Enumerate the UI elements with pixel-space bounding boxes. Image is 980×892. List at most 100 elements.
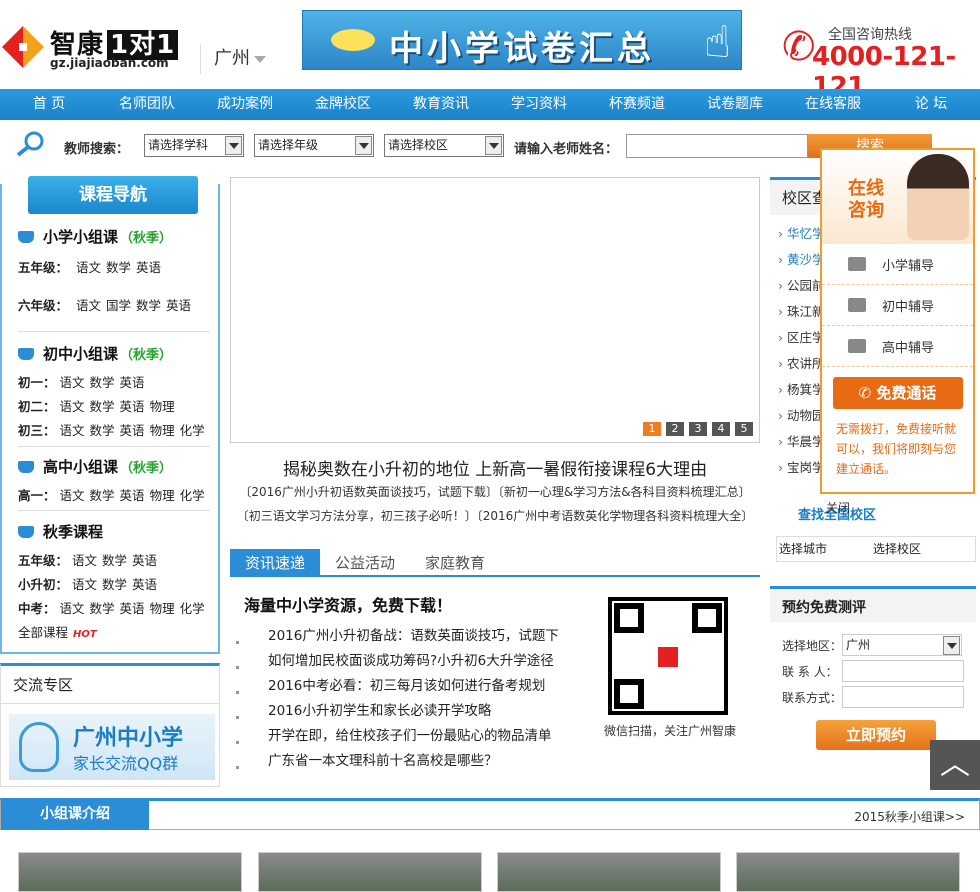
senior-tutoring-link[interactable]: 高中辅导: [822, 326, 973, 367]
submit-appointment-button[interactable]: 立即预约: [816, 720, 936, 750]
subject-link[interactable]: 语文: [60, 423, 85, 438]
small-class-more-link[interactable]: 2015秋季小组课>>: [854, 808, 965, 825]
senior-title[interactable]: 高中小组课: [43, 456, 118, 477]
class-photo[interactable]: [258, 852, 482, 892]
subject-link[interactable]: 英语: [120, 375, 145, 390]
subject-link[interactable]: 数学: [106, 260, 131, 275]
nav-home[interactable]: 首 页: [0, 89, 98, 120]
call-description: 无需拨打，免费接听就可以，我们将即刻与您建立通话。: [836, 422, 957, 476]
consult-title-1: 在线: [848, 178, 884, 199]
nav-campus[interactable]: 金牌校区: [294, 89, 392, 120]
slider-page[interactable]: 5: [735, 422, 753, 436]
junior-tutoring-link[interactable]: 初中辅导: [822, 285, 973, 326]
slider-page[interactable]: 1: [643, 422, 661, 436]
subject-link[interactable]: 英语: [136, 260, 161, 275]
city-selector[interactable]: 广州: [200, 44, 276, 74]
list-item[interactable]: 如何增加民校面谈成功筹码?小升初6大升学途径: [236, 649, 576, 674]
autumn-title[interactable]: 秋季课程: [43, 521, 103, 542]
class-photo[interactable]: [497, 852, 721, 892]
subject-link[interactable]: 英语: [166, 298, 191, 313]
area-select[interactable]: 广州: [842, 634, 962, 656]
tab-news[interactable]: 资讯速递: [230, 549, 320, 575]
slider-page[interactable]: 3: [689, 422, 707, 436]
list-item[interactable]: 2016小升初学生和家长必读开学攻略: [236, 699, 576, 724]
list-item[interactable]: 2016中考必看：初三每月该如何进行备考规划: [236, 674, 576, 699]
subject-select[interactable]: 请选择学科: [144, 134, 244, 157]
qq-group-banner[interactable]: 广州中小学 家长交流QQ群: [9, 714, 215, 780]
campus-select-2[interactable]: 选择校区: [873, 537, 921, 561]
subject-link[interactable]: 语文: [76, 260, 101, 275]
contact-input[interactable]: [842, 660, 964, 682]
close-widget-button[interactable]: 关闭: [826, 499, 850, 516]
subject-link[interactable]: 英语: [132, 577, 157, 592]
primary-tutoring-link[interactable]: 小学辅导: [822, 244, 973, 285]
subject-link[interactable]: 数学: [90, 399, 115, 414]
class-photo[interactable]: [18, 852, 242, 892]
nav-service[interactable]: 在线客服: [784, 89, 882, 120]
subject-link[interactable]: 数学: [90, 423, 115, 438]
grade-label: 初一：: [18, 375, 56, 390]
subject-link[interactable]: 国学: [106, 298, 131, 313]
city-select[interactable]: 选择城市: [779, 537, 827, 561]
nav-teachers[interactable]: 名师团队: [98, 89, 196, 120]
nav-forum[interactable]: 论 坛: [882, 89, 980, 120]
find-campus-title[interactable]: 查找全国校区: [776, 504, 976, 523]
junior-title[interactable]: 初中小组课: [43, 343, 118, 364]
headline[interactable]: 揭秘奥数在小升初的地位 上新高一暑假衔接课程6大理由: [230, 455, 760, 480]
subject-link[interactable]: 物理: [150, 601, 175, 616]
image-slider[interactable]: 1 2 3 4 5: [230, 177, 760, 443]
campus-select[interactable]: 请选择校区: [384, 134, 504, 157]
subject-link[interactable]: 语文: [72, 577, 97, 592]
autumn-section: 秋季课程 五年级： 语文 数学 英语 小升初： 语文 数学 英语 中考： 语文 数学 英语 物理 化学…: [18, 521, 210, 640]
subject-link[interactable]: 语文: [60, 375, 85, 390]
nav-materials[interactable]: 学习资料: [490, 89, 588, 120]
top-banner[interactable]: 中小学试卷汇总 ☝: [302, 10, 742, 70]
slider-page[interactable]: 2: [666, 422, 684, 436]
subject-link[interactable]: 数学: [102, 577, 127, 592]
subject-link[interactable]: 物理: [150, 399, 175, 414]
list-item[interactable]: 开学在即，给住校孩子们一份最贴心的物品清单: [236, 724, 576, 749]
primary-title[interactable]: 小学小组课: [43, 226, 118, 247]
nav-cases[interactable]: 成功案例: [196, 89, 294, 120]
subject-link[interactable]: 数学: [136, 298, 161, 313]
subject-link[interactable]: 语文: [72, 553, 97, 568]
nav-exams[interactable]: 试卷题库: [686, 89, 784, 120]
subject-link[interactable]: 英语: [120, 399, 145, 414]
grade-select[interactable]: 请选择年级: [254, 134, 374, 157]
subject-link[interactable]: 数学: [90, 488, 115, 503]
senior-section: 高中小组课 （秋季） 高一： 语文 数学 英语 物理 化学: [18, 456, 210, 503]
subject-link[interactable]: 数学: [102, 553, 127, 568]
subject-link[interactable]: 英语: [120, 488, 145, 503]
subject-link[interactable]: 化学: [180, 423, 205, 438]
teacher-name-input[interactable]: [626, 134, 808, 158]
subject-link[interactable]: 语文: [60, 601, 85, 616]
subject-link[interactable]: 语文: [60, 488, 85, 503]
nav-news[interactable]: 教育资讯: [392, 89, 490, 120]
list-item[interactable]: 2016广州小升初备战：语数英面谈技巧，试题下: [236, 624, 576, 649]
news-headline[interactable]: 海量中小学资源，免费下载！: [244, 592, 576, 616]
tab-charity[interactable]: 公益活动: [320, 549, 410, 575]
subject-link[interactable]: 物理: [150, 423, 175, 438]
subject-link[interactable]: 化学: [180, 601, 205, 616]
subject-link[interactable]: 英语: [120, 423, 145, 438]
subject-link[interactable]: 物理: [150, 488, 175, 503]
class-photo[interactable]: [736, 852, 960, 892]
tab-family[interactable]: 家庭教育: [410, 549, 500, 575]
subject-link[interactable]: 语文: [60, 399, 85, 414]
all-courses-link[interactable]: 全部课程: [18, 625, 68, 640]
subject-link[interactable]: 英语: [132, 553, 157, 568]
list-item[interactable]: 广东省一本文理科前十名高校是哪些？: [236, 749, 576, 774]
subject-link[interactable]: 数学: [90, 375, 115, 390]
sublink-row[interactable]: 〔初三语文学习方法分享，初三孩子必听！〕〔2016广州中考语数英化学物理各科资料…: [230, 507, 760, 524]
subject-link[interactable]: 化学: [180, 488, 205, 503]
subject-link[interactable]: 数学: [90, 601, 115, 616]
subject-link[interactable]: 英语: [120, 601, 145, 616]
method-input[interactable]: [842, 686, 964, 708]
free-call-button[interactable]: ✆ 免费通话: [832, 377, 963, 409]
logo[interactable]: 智康 1对1 gz.jiajiaoban.com: [0, 18, 190, 74]
slider-page[interactable]: 4: [712, 422, 730, 436]
nav-contests[interactable]: 杯赛频道: [588, 89, 686, 120]
subject-link[interactable]: 语文: [76, 298, 101, 313]
back-to-top-button[interactable]: ︿: [930, 740, 980, 790]
sublink-row[interactable]: 〔2016广州小升初语数英面谈技巧，试题下载〕〔新初一心理&学习方法&各科目资料…: [230, 483, 760, 500]
